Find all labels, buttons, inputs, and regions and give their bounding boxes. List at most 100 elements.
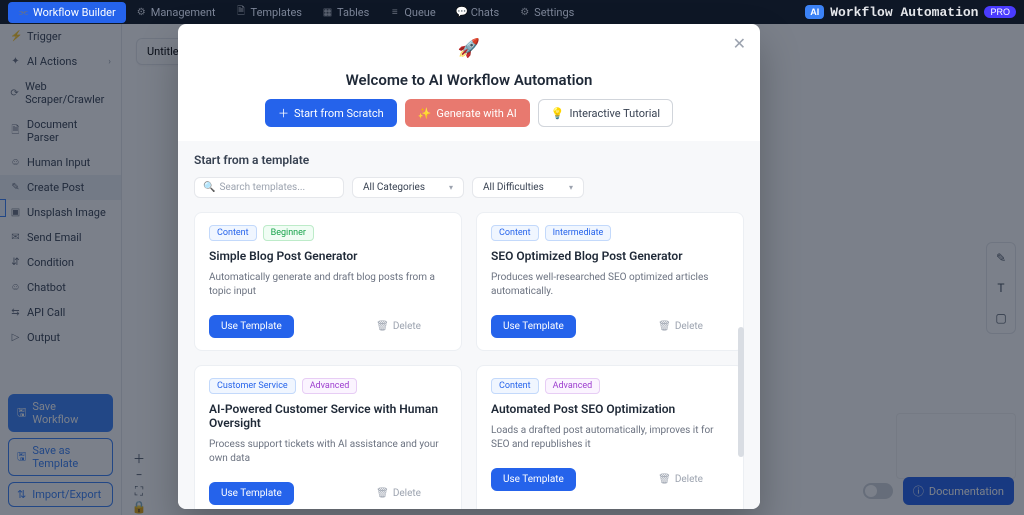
shape-tool-button[interactable]: ▢ <box>987 303 1015 333</box>
zoom-out-button[interactable]: − <box>136 468 143 482</box>
edit-tool-button[interactable]: ✎ <box>987 243 1015 273</box>
minimap-panel <box>896 413 1016 479</box>
sidebar-item-document-parser[interactable]: 🗎Document Parser <box>0 112 121 150</box>
sidebar-item-output[interactable]: ▷Output <box>0 325 121 350</box>
trash-icon: 🗑 <box>376 488 389 499</box>
sidebar-item-api-call[interactable]: ⇆API Call <box>0 300 121 325</box>
sidebar-item-ai-actions[interactable]: ✦AI Actions› <box>0 49 121 74</box>
share-icon: ⫘ <box>18 7 29 18</box>
save-workflow-button[interactable]: 🖫Save Workflow <box>8 394 113 432</box>
active-indicator <box>0 199 6 217</box>
gear-icon: ⚙ <box>136 7 147 18</box>
search-icon: 🔍 <box>203 182 215 193</box>
tag: Content <box>209 225 257 241</box>
queue-icon: ≡ <box>389 7 400 18</box>
delete-template-button[interactable]: 🗑Delete <box>658 321 703 332</box>
template-card-title: AI-Powered Customer Service with Human O… <box>209 402 447 430</box>
zoom-in-button[interactable]: ＋ <box>133 452 145 466</box>
sidebar-item-send-email[interactable]: ✉Send Email <box>0 225 121 250</box>
sidebar-item-unsplash[interactable]: ▣Unsplash Image <box>0 200 121 225</box>
bolt-icon: ⚡ <box>10 31 21 42</box>
documentation-button[interactable]: ⓘDocumentation <box>903 477 1014 505</box>
template-card-description: Automatically generate and draft blog po… <box>209 271 447 299</box>
trash-icon: 🗑 <box>658 474 671 485</box>
use-template-button[interactable]: Use Template <box>491 468 576 491</box>
start-from-scratch-button[interactable]: ＋Start from Scratch <box>265 99 397 127</box>
tab-workflow-builder[interactable]: ⫘Workflow Builder <box>8 2 126 23</box>
image-icon: ▣ <box>10 207 21 218</box>
section-title: Start from a template <box>194 141 744 177</box>
tab-tables[interactable]: ▦Tables <box>312 2 379 23</box>
generate-with-ai-button[interactable]: ✨Generate with AI <box>405 99 530 127</box>
plus-icon: ＋ <box>278 105 289 121</box>
text-tool-button[interactable]: T <box>987 273 1015 303</box>
import-export-button[interactable]: ⇅Import/Export <box>8 482 113 507</box>
sidebar-item-condition[interactable]: ⇵Condition <box>0 250 121 275</box>
info-icon: ⓘ <box>913 483 924 499</box>
category-select[interactable]: All Categories▾ <box>352 177 464 198</box>
chevron-down-icon: ▾ <box>569 183 573 192</box>
api-icon: ⇆ <box>10 307 21 318</box>
trash-icon: 🗑 <box>376 321 389 332</box>
file-icon: 🗎 <box>236 4 247 21</box>
save-icon: 🖫 <box>17 404 26 423</box>
lock-button[interactable]: 🔒 <box>132 500 147 514</box>
chevron-down-icon: ▾ <box>449 183 453 192</box>
sidebar-item-web-scraper[interactable]: ⟳Web Scraper/Crawler <box>0 74 121 112</box>
fit-view-button[interactable]: ⛶ <box>135 484 143 498</box>
compose-icon: ✎ <box>10 182 21 193</box>
use-template-button[interactable]: Use Template <box>209 315 294 338</box>
tag: Intermediate <box>545 225 612 241</box>
difficulty-select[interactable]: All Difficulties▾ <box>472 177 584 198</box>
brand-ai-icon: AI <box>805 5 824 19</box>
interactive-tutorial-button[interactable]: 💡Interactive Tutorial <box>538 99 673 127</box>
mail-icon: ✉ <box>10 232 21 243</box>
template-card-title: SEO Optimized Blog Post Generator <box>491 249 729 263</box>
sidebar-item-human-input[interactable]: ☺Human Input <box>0 150 121 175</box>
document-icon: 🗎 <box>10 123 21 140</box>
chevron-right-icon: › <box>108 57 111 67</box>
sidebar-item-create-post[interactable]: ✎Create Post <box>0 175 121 200</box>
mode-toggle[interactable] <box>863 483 893 499</box>
table-icon: ▦ <box>322 7 333 18</box>
tab-settings[interactable]: ⚙Settings <box>509 2 584 23</box>
tag: Customer Service <box>209 378 296 394</box>
sidebar-item-chatbot[interactable]: ☺Chatbot <box>0 275 121 300</box>
tab-queue[interactable]: ≡Queue <box>379 2 445 23</box>
template-card-description: Process support tickets with AI assistan… <box>209 438 447 466</box>
delete-template-button[interactable]: 🗑Delete <box>658 474 703 485</box>
delete-template-button[interactable]: 🗑Delete <box>376 321 421 332</box>
chat-icon: 💬 <box>456 7 467 18</box>
output-icon: ▷ <box>10 332 21 343</box>
branch-icon: ⇵ <box>10 257 21 268</box>
save-as-template-button[interactable]: 🖫Save as Template <box>8 438 113 476</box>
tab-management[interactable]: ⚙Management <box>126 2 226 23</box>
template-card-title: Simple Blog Post Generator <box>209 249 447 263</box>
tag: Content <box>491 378 539 394</box>
zoom-controls: ＋ − ⛶ 🔒 <box>130 452 148 514</box>
rocket-icon: 🚀 <box>178 38 760 59</box>
search-input[interactable]: 🔍Search templates... <box>194 177 344 198</box>
sidebar-item-trigger[interactable]: ⚡Trigger <box>0 24 121 49</box>
template-card-description: Loads a drafted post automatically, impr… <box>491 424 729 452</box>
import-icon: ⇅ <box>17 488 26 501</box>
close-icon[interactable]: ✕ <box>733 34 746 53</box>
app-brand: AI Workflow Automation PRO <box>805 5 1016 20</box>
wand-icon: ✨ <box>418 107 432 120</box>
delete-template-button[interactable]: 🗑Delete <box>376 488 421 499</box>
template-icon: 🖫 <box>17 448 26 467</box>
pro-badge: PRO <box>984 6 1016 18</box>
globe-icon: ⟳ <box>10 88 19 99</box>
template-card: ContentBeginnerSimple Blog Post Generato… <box>194 212 462 351</box>
trash-icon: 🗑 <box>658 321 671 332</box>
tab-chats[interactable]: 💬Chats <box>446 2 509 23</box>
settings-icon: ⚙ <box>519 7 530 18</box>
scrollbar[interactable] <box>738 327 744 457</box>
use-template-button[interactable]: Use Template <box>209 482 294 505</box>
use-template-button[interactable]: Use Template <box>491 315 576 338</box>
tab-templates[interactable]: 🗎Templates <box>226 0 312 25</box>
template-card: ContentAdvancedAutomated Post SEO Optimi… <box>476 365 744 509</box>
right-tool-rail: ✎ T ▢ <box>986 242 1016 334</box>
sidebar: ⚡Trigger ✦AI Actions› ⟳Web Scraper/Crawl… <box>0 24 122 515</box>
template-card: Customer ServiceAdvancedAI-Powered Custo… <box>194 365 462 509</box>
